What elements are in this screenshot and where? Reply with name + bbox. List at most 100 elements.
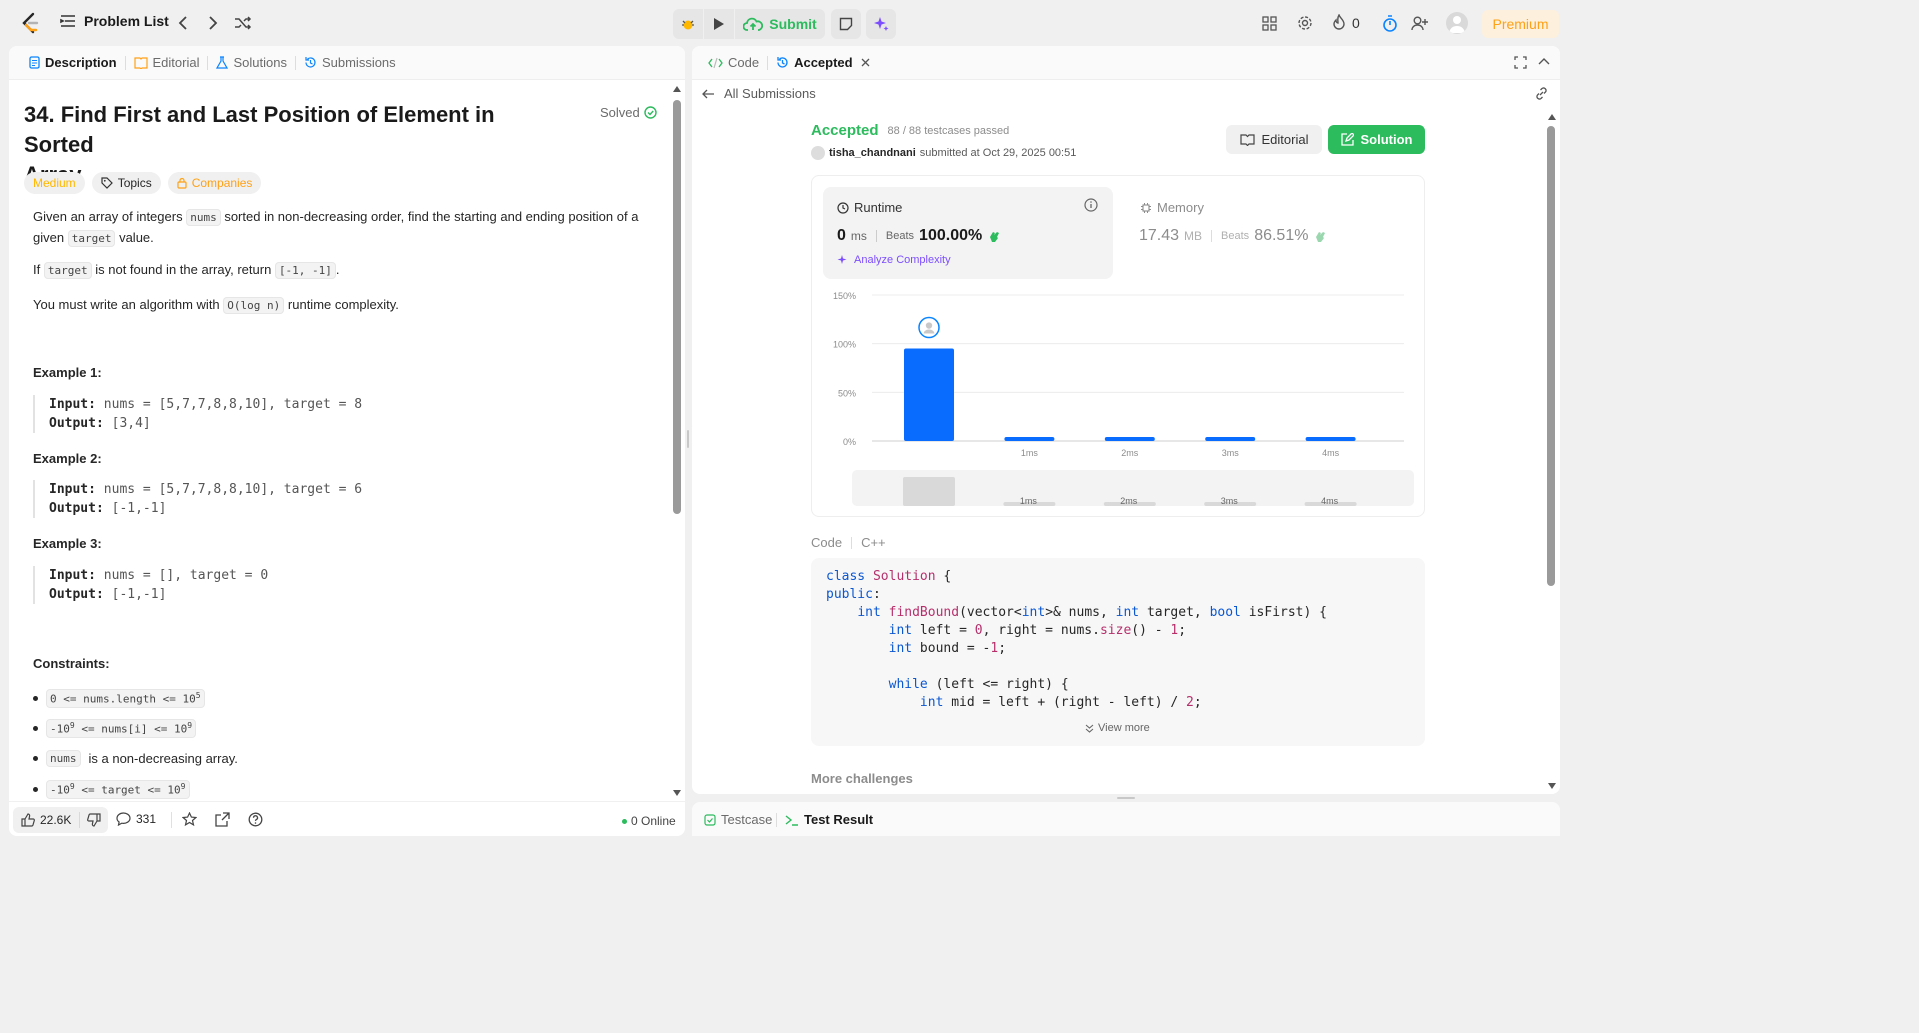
notes-button[interactable]	[831, 9, 861, 39]
settings-gear-icon[interactable]	[1294, 12, 1316, 34]
run-button[interactable]	[704, 9, 734, 39]
online-count: 0 Online	[631, 814, 676, 828]
analyze-complexity-button[interactable]: Analyze Complexity	[837, 254, 951, 266]
language-label: C++	[861, 535, 886, 550]
help-icon[interactable]	[248, 812, 263, 827]
problem-list-button[interactable]: Problem List	[60, 13, 169, 29]
ai-assistant-button[interactable]	[866, 9, 896, 39]
constraint-text: <= nums[i] <= 10	[74, 722, 188, 736]
submission-scrollbar-thumb[interactable]	[1547, 126, 1555, 586]
view-more-button[interactable]: View more	[1085, 722, 1150, 734]
stats-card: Runtime 0 ms Beats 100.00% Analyze Compl…	[811, 175, 1425, 517]
desc-text: .	[335, 262, 340, 277]
tab-description[interactable]: Description	[21, 46, 125, 80]
constraint-text: -10	[50, 783, 70, 797]
tab-separator	[776, 813, 777, 827]
leetcode-logo-icon[interactable]	[18, 11, 42, 35]
code-line: int left = 0, right = nums.size() - 1;	[888, 623, 1187, 638]
difficulty-badge: Medium	[24, 172, 85, 194]
memory-card[interactable]: Memory 17.43 MB Beats 86.51%	[1126, 187, 1416, 279]
streak-counter[interactable]: 0	[1332, 14, 1360, 31]
runtime-card[interactable]: Runtime 0 ms Beats 100.00% Analyze Compl…	[823, 187, 1113, 279]
solution-button[interactable]: Solution	[1328, 125, 1425, 154]
add-friend-icon[interactable]	[1409, 12, 1431, 34]
terminal-icon	[785, 814, 799, 826]
bullet-dot	[33, 695, 38, 701]
all-submissions-link[interactable]: All Submissions	[702, 86, 816, 101]
editorial-button[interactable]: Editorial	[1226, 125, 1322, 154]
debug-button[interactable]	[673, 9, 703, 39]
bottom-resize-handle[interactable]	[1117, 797, 1135, 799]
like-button[interactable]: 22.6K	[13, 807, 79, 833]
example-heading: Example 3:	[33, 536, 102, 551]
constraint-code: nums	[46, 750, 81, 767]
flask-icon	[216, 56, 229, 69]
desc-code: target	[67, 230, 116, 247]
tab-editorial[interactable]: Editorial	[126, 46, 208, 80]
scroll-up-arrow[interactable]	[1548, 114, 1556, 120]
dislike-button[interactable]	[80, 807, 108, 833]
description-paragraph-1: Given an array of integers nums sorted i…	[33, 207, 663, 249]
description-scrollbar-thumb[interactable]	[673, 100, 681, 514]
code-language-row: Code C++	[811, 535, 886, 550]
output-label: Output:	[49, 587, 104, 602]
avatar[interactable]	[1446, 12, 1468, 34]
desc-text: value.	[119, 230, 154, 245]
problem-title-line1: 34. Find First and Last Position of Elem…	[24, 102, 495, 157]
desc-text: Given an array of integers	[33, 209, 183, 224]
left-tab-bar: Description Editorial Solutions Submissi…	[9, 46, 685, 80]
scroll-down-arrow[interactable]	[1548, 783, 1556, 789]
topics-chip[interactable]: Topics	[91, 172, 161, 194]
tab-accepted[interactable]: Accepted	[768, 46, 878, 80]
close-icon[interactable]	[861, 58, 870, 67]
history-icon	[304, 56, 317, 69]
panel-resize-handle[interactable]	[687, 430, 689, 448]
username[interactable]: tisha_chandnani	[829, 147, 916, 159]
premium-label: Premium	[1492, 16, 1549, 32]
timer-icon[interactable]	[1379, 12, 1401, 34]
star-icon[interactable]	[182, 812, 197, 827]
info-icon[interactable]	[1084, 198, 1098, 212]
tab-submissions[interactable]: Submissions	[296, 46, 404, 80]
next-problem-button[interactable]	[202, 12, 224, 34]
bullet-dot	[33, 725, 38, 731]
chevron-double-down-icon	[1085, 724, 1094, 733]
code-line: int mid = left + (right - left) / 2;	[919, 695, 1202, 710]
tab-test-result[interactable]: Test Result	[785, 812, 873, 827]
layout-grid-icon[interactable]	[1258, 12, 1280, 34]
link-icon[interactable]	[1534, 86, 1549, 101]
tab-testcase[interactable]: Testcase	[704, 812, 772, 827]
scroll-down-arrow[interactable]	[673, 790, 681, 800]
runtime-value: 0	[837, 227, 846, 244]
submit-button[interactable]: Submit	[735, 9, 825, 39]
all-submissions-label: All Submissions	[724, 86, 816, 101]
constraint-sup: 9	[187, 721, 193, 730]
maximize-icon[interactable]	[1514, 56, 1527, 69]
collapse-chevron-icon[interactable]	[1538, 57, 1550, 65]
premium-button[interactable]: Premium	[1482, 10, 1559, 38]
problem-tags: Medium Topics Companies	[24, 172, 262, 194]
tab-code[interactable]: Code	[700, 46, 767, 80]
prev-problem-button[interactable]	[172, 12, 194, 34]
shuffle-icon[interactable]	[232, 12, 254, 34]
runtime-beats-percent: 100.00%	[919, 227, 983, 244]
companies-chip[interactable]: Companies	[167, 172, 262, 194]
runtime-label: Runtime	[854, 200, 903, 215]
desc-text: If	[33, 262, 41, 277]
constraint-text: -10	[50, 722, 70, 736]
range-slider-bar	[903, 477, 955, 506]
bullet-dot	[33, 786, 38, 792]
x-tick-label: 3ms	[1222, 448, 1240, 458]
share-icon[interactable]	[215, 812, 230, 827]
clap-icon	[1313, 229, 1327, 243]
streak-count: 0	[1352, 14, 1360, 31]
tab-solutions[interactable]: Solutions	[208, 46, 294, 80]
submission-status-row: Accepted 88 / 88 testcases passed	[811, 122, 1009, 139]
comment-icon	[116, 812, 131, 826]
comments-button[interactable]: 331	[116, 812, 156, 826]
submitter-row: tisha_chandnani submitted at Oct 29, 202…	[811, 146, 1076, 160]
desc-text: given	[33, 230, 65, 245]
range-slider-label: 2ms	[1120, 496, 1138, 506]
scroll-up-arrow[interactable]	[673, 86, 681, 96]
